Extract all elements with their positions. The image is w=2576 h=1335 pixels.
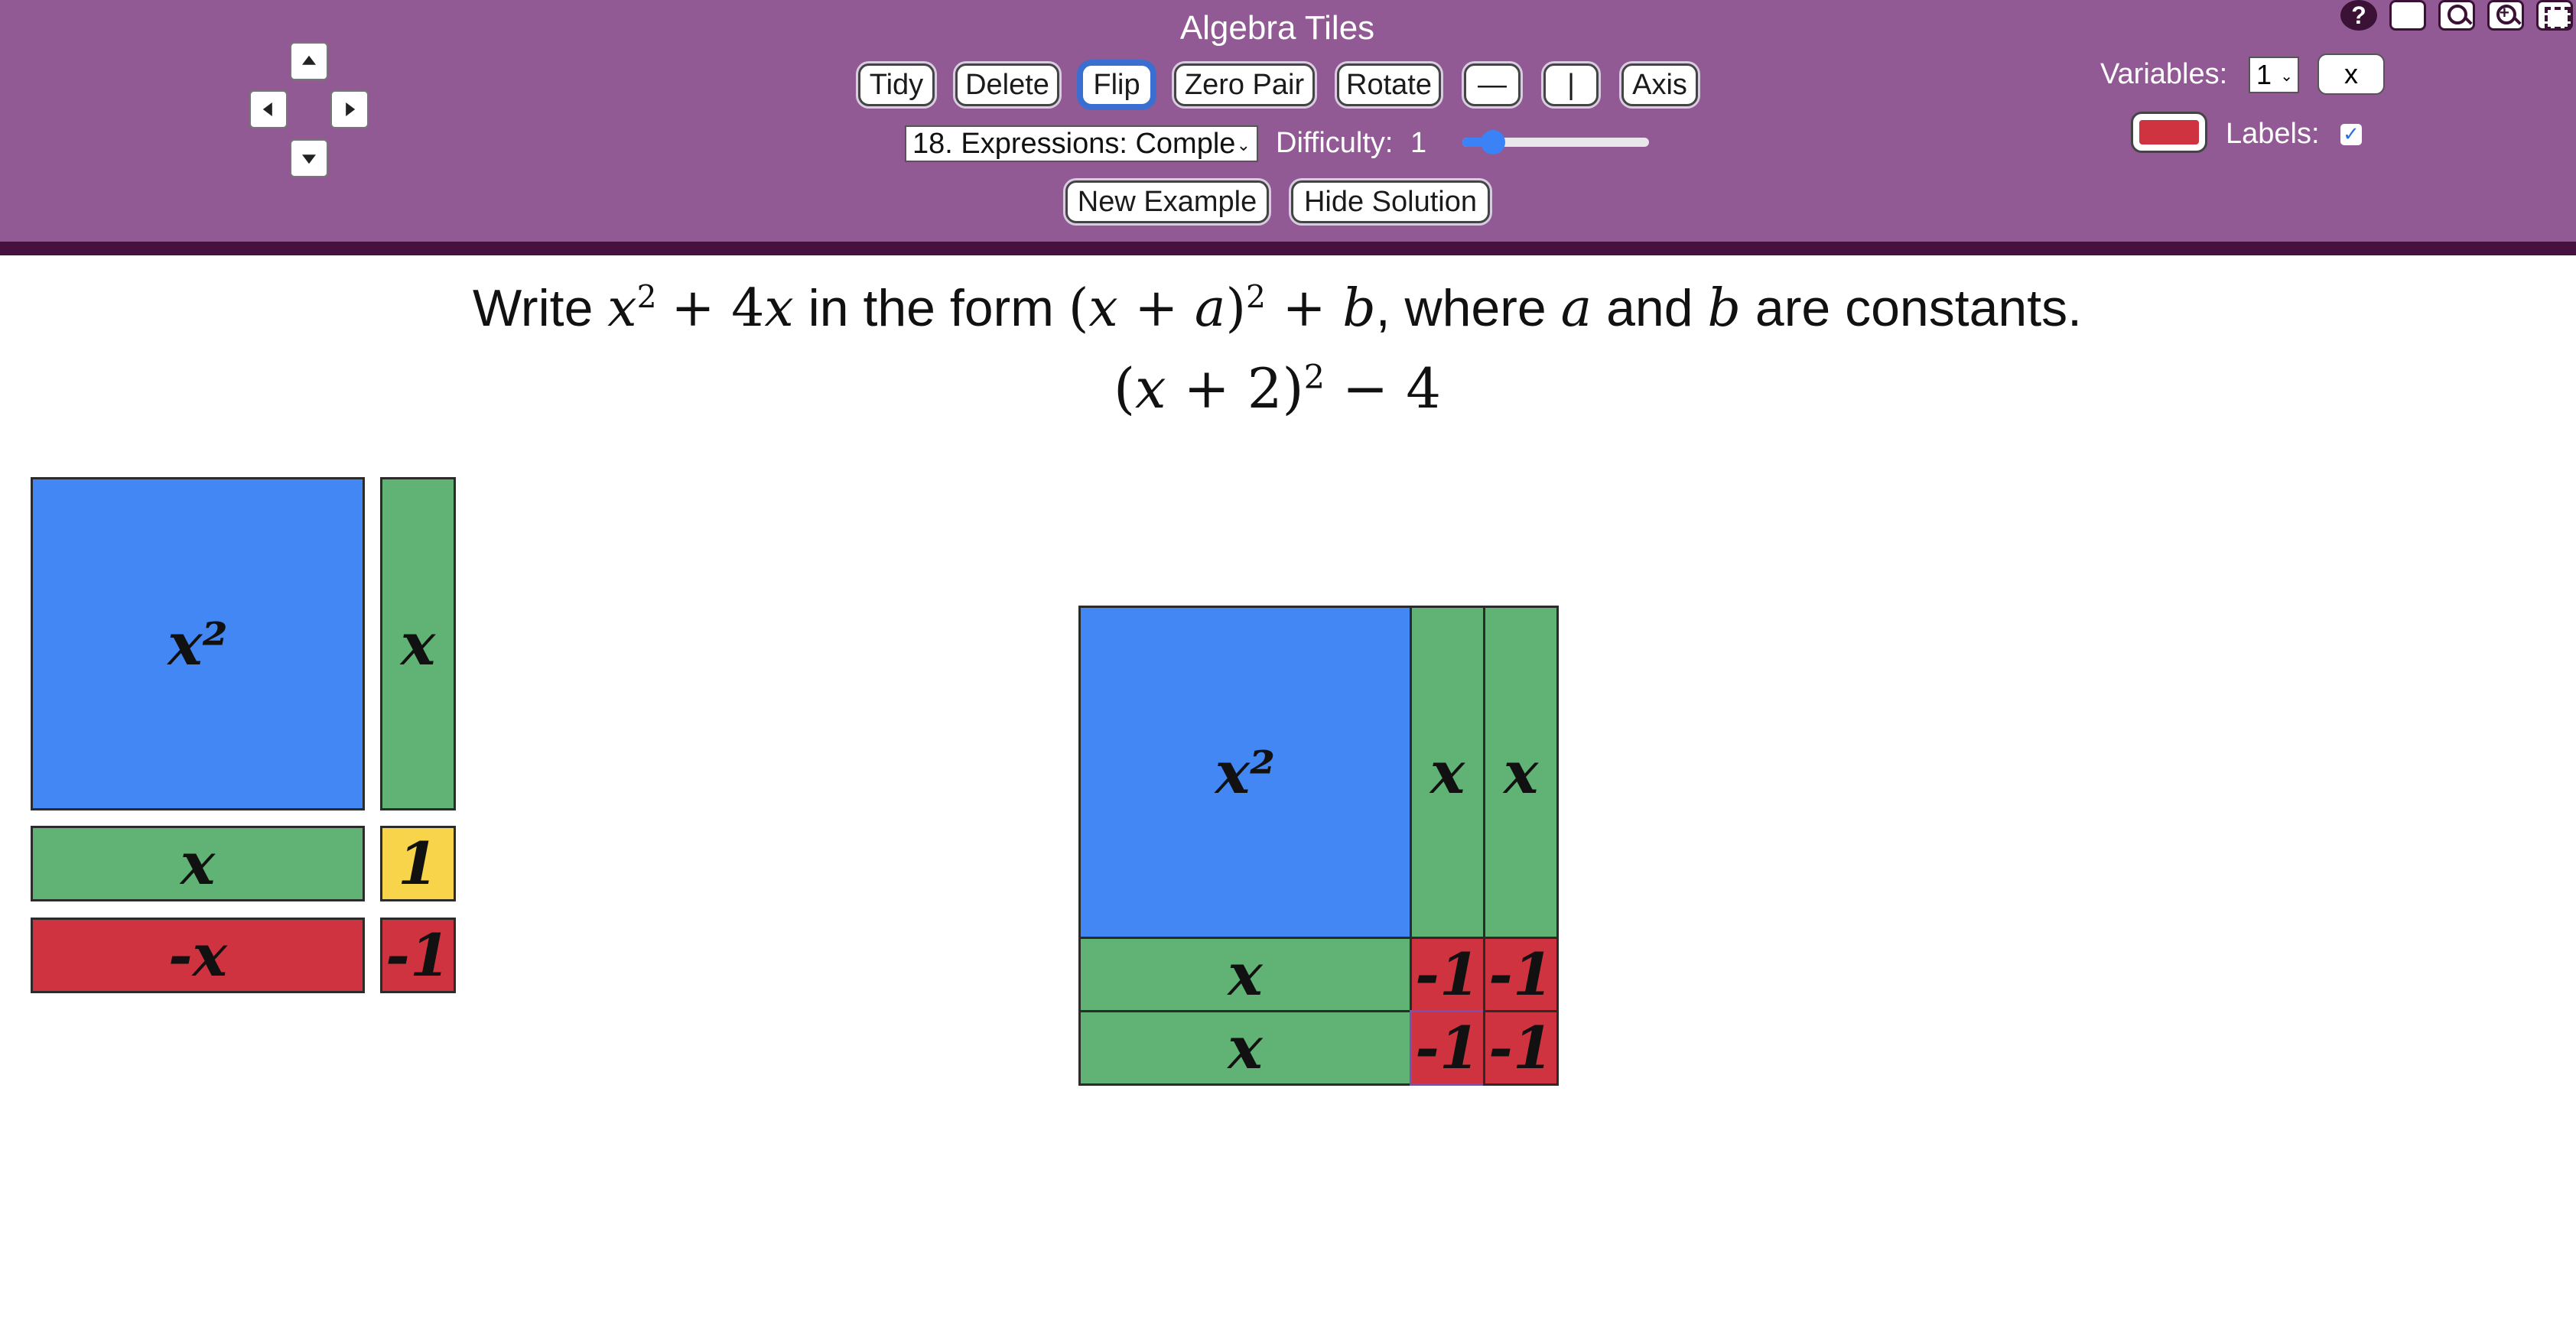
- problem-exp: 2: [636, 278, 657, 316]
- tile-color-fill: [2139, 120, 2199, 145]
- pan-up-button[interactable]: [290, 42, 328, 80]
- problem-var: a: [1560, 278, 1592, 339]
- problem-var: x: [764, 278, 794, 339]
- blank-page-icon[interactable]: [2389, 0, 2426, 31]
- chevron-down-icon: ⌄: [1236, 135, 1251, 154]
- axis-button[interactable]: Axis: [1621, 63, 1698, 106]
- difficulty-value: 1: [1410, 127, 1427, 159]
- palette-x-tile-vertical[interactable]: x: [380, 477, 456, 810]
- labels-label: Labels:: [2226, 118, 2320, 150]
- zoom-out-icon[interactable]: [2438, 0, 2475, 31]
- problem-paren: (: [1068, 278, 1089, 339]
- tidy-button[interactable]: Tidy: [858, 63, 935, 106]
- flip-button[interactable]: Flip: [1081, 63, 1153, 106]
- help-icon[interactable]: ?: [2340, 0, 2377, 31]
- problem-var: x: [1088, 278, 1118, 339]
- workspace-x-tile[interactable]: x: [1410, 606, 1485, 939]
- variables-select[interactable]: 1 ⌄: [2249, 57, 2299, 93]
- workspace-x-squared-tile[interactable]: x²: [1078, 606, 1412, 939]
- workspace-negative-unit-tile[interactable]: -1: [1410, 1010, 1485, 1086]
- problem-text: and: [1606, 279, 1693, 337]
- zoom-in-icon[interactable]: +: [2487, 0, 2524, 31]
- solution-term: − 4: [1325, 356, 1442, 421]
- workspace-negative-unit-tile[interactable]: -1: [1410, 937, 1485, 1012]
- toolbar-edge: [0, 242, 2576, 255]
- problem-text: in the form: [808, 279, 1054, 337]
- horizontal-line-button[interactable]: —: [1464, 63, 1521, 106]
- problem-var: x: [607, 278, 637, 339]
- delete-button[interactable]: Delete: [955, 63, 1059, 106]
- variables-select-value: 1: [2256, 59, 2272, 90]
- chevron-down-icon: ⌄: [2280, 68, 2293, 85]
- tile-color-picker[interactable]: [2131, 112, 2207, 153]
- difficulty-slider[interactable]: [1462, 130, 1649, 154]
- hide-solution-button[interactable]: Hide Solution: [1291, 180, 1490, 223]
- problem-statement: Write x2 + 4x in the form (x + a)2 + b, …: [0, 278, 2555, 339]
- problem-text: Write: [472, 279, 594, 337]
- solution-expression: (x + 2)2 − 4: [0, 356, 2555, 421]
- solution-var: x: [1135, 356, 1166, 421]
- new-example-button[interactable]: New Example: [1065, 180, 1269, 223]
- problem-op: +: [1117, 278, 1195, 339]
- zero-pair-button[interactable]: Zero Pair: [1174, 63, 1315, 106]
- problem-var: b: [1707, 278, 1741, 339]
- variables-label: Variables:: [2100, 58, 2228, 90]
- problem-var: b: [1342, 278, 1376, 339]
- workspace-negative-unit-tile[interactable]: -1: [1483, 1010, 1559, 1086]
- palette-x-tile-horizontal[interactable]: x: [31, 826, 365, 901]
- solution-paren: (: [1113, 356, 1136, 421]
- vertical-line-button[interactable]: |: [1543, 63, 1599, 106]
- problem-exp: 2: [1246, 278, 1266, 316]
- problem-paren: ): [1225, 278, 1246, 339]
- workspace-negative-unit-tile[interactable]: -1: [1483, 937, 1559, 1012]
- pan-right-button[interactable]: [330, 90, 369, 128]
- problem-var: a: [1194, 278, 1226, 339]
- problem-op: +: [1265, 278, 1343, 339]
- example-select[interactable]: 18. Expressions: Comple ⌄: [905, 125, 1258, 162]
- problem-text: , where: [1375, 279, 1547, 337]
- difficulty-label: Difficulty:: [1276, 127, 1394, 159]
- palette-x-squared-tile[interactable]: x²: [31, 477, 365, 810]
- rotate-button[interactable]: Rotate: [1337, 63, 1441, 106]
- app-title: Algebra Tiles: [1179, 9, 1375, 47]
- palette-negative-x-tile[interactable]: -x: [31, 918, 365, 993]
- example-select-value: 18. Expressions: Comple: [912, 128, 1236, 160]
- palette-negative-unit-tile[interactable]: -1: [380, 918, 456, 993]
- workspace-x-tile[interactable]: x: [1078, 1010, 1412, 1086]
- problem-term: + 4: [671, 278, 765, 339]
- labels-checkbox[interactable]: ✓: [2340, 124, 2362, 145]
- solution-term: + 2): [1166, 356, 1304, 421]
- workspace-x-tile[interactable]: x: [1483, 606, 1559, 939]
- pan-left-button[interactable]: [249, 90, 288, 128]
- variable-name-input[interactable]: x: [2317, 54, 2385, 95]
- pan-down-button[interactable]: [290, 139, 328, 177]
- workspace-x-tile[interactable]: x: [1078, 937, 1412, 1012]
- fullscreen-icon[interactable]: [2536, 0, 2573, 31]
- palette-unit-tile[interactable]: 1: [380, 826, 456, 901]
- problem-text: are constants.: [1755, 279, 2083, 337]
- solution-exp: 2: [1303, 359, 1325, 397]
